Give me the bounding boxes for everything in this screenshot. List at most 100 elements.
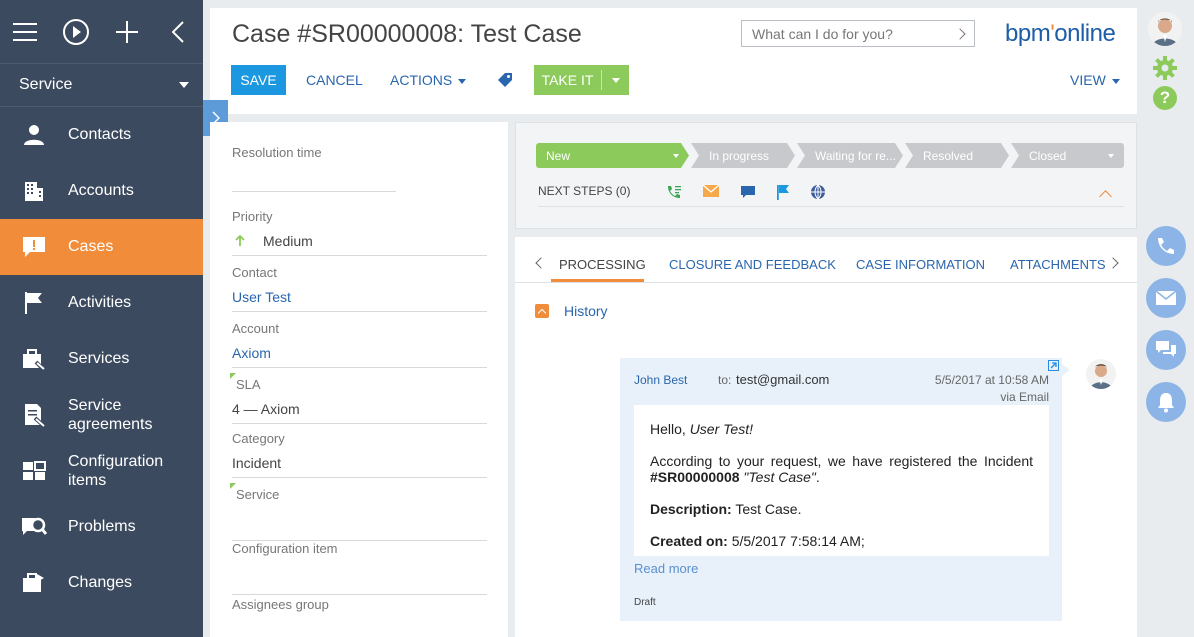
field-priority[interactable]: Priority Medium bbox=[232, 209, 487, 256]
stage-bar: New In progress Waiting for re... Resolv… bbox=[536, 143, 1126, 168]
field-sla[interactable]: SLA 4 — Axiom bbox=[230, 373, 487, 424]
take-it-button[interactable]: TAKE IT bbox=[534, 65, 629, 95]
field-account[interactable]: Account Axiom bbox=[232, 321, 487, 368]
tabs-scroll-right-icon[interactable] bbox=[1107, 257, 1119, 269]
field-category[interactable]: Category Incident bbox=[232, 431, 487, 478]
view-menu[interactable]: VIEW bbox=[1070, 72, 1120, 88]
task-button[interactable] bbox=[776, 184, 790, 200]
history-group[interactable]: History bbox=[535, 303, 608, 319]
phone-panel-button[interactable] bbox=[1146, 226, 1186, 266]
sidebar-item-cases[interactable]: Cases bbox=[0, 219, 203, 275]
stage-label: Resolved bbox=[923, 148, 974, 163]
field-assignees-group[interactable]: Assignees group bbox=[232, 597, 487, 612]
tab-closure-feedback[interactable]: CLOSURE AND FEEDBACK bbox=[669, 257, 836, 272]
tab-attachments[interactable]: ATTACHMENTS bbox=[1010, 257, 1106, 272]
message-button[interactable] bbox=[740, 184, 756, 200]
to-label: to: bbox=[718, 373, 732, 387]
contact-link[interactable]: User Test bbox=[232, 289, 487, 307]
field-resolution-time[interactable]: Resolution time bbox=[232, 145, 487, 192]
add-button[interactable] bbox=[102, 0, 153, 63]
globe-icon bbox=[811, 184, 825, 200]
chevron-right-icon bbox=[954, 28, 966, 40]
tab-processing[interactable]: PROCESSING bbox=[559, 257, 646, 272]
field-value[interactable] bbox=[232, 518, 487, 536]
call-button[interactable] bbox=[666, 184, 682, 200]
play-icon bbox=[63, 18, 90, 45]
field-service[interactable]: Service bbox=[230, 483, 487, 541]
tab-case-information[interactable]: CASE INFORMATION bbox=[856, 257, 985, 272]
bell-icon bbox=[1158, 393, 1174, 413]
save-button[interactable]: SAVE bbox=[231, 65, 286, 95]
stage-in-progress[interactable]: In progress bbox=[691, 143, 795, 168]
run-process-button[interactable] bbox=[51, 0, 102, 63]
chevron-down-icon bbox=[179, 82, 189, 88]
tag-button[interactable] bbox=[497, 72, 513, 93]
field-label: Resolution time bbox=[232, 145, 322, 160]
open-external-icon[interactable] bbox=[1048, 360, 1059, 371]
sender-link[interactable]: John Best bbox=[634, 373, 687, 387]
email-body: Hello, User Test! According to your requ… bbox=[634, 405, 1049, 556]
notifications-button[interactable] bbox=[1146, 382, 1186, 422]
sidebar-item-label: Service agreements bbox=[68, 397, 153, 433]
field-value[interactable] bbox=[232, 572, 487, 590]
required-marker bbox=[230, 483, 236, 489]
user-avatar[interactable] bbox=[1148, 12, 1182, 46]
actions-menu[interactable]: ACTIONS bbox=[390, 72, 467, 88]
chat-panel-button[interactable] bbox=[1146, 330, 1186, 370]
field-value[interactable]: 4 — Axiom bbox=[232, 401, 487, 419]
stage-new[interactable]: New bbox=[536, 143, 689, 168]
stage-closed[interactable]: Closed bbox=[1011, 143, 1124, 168]
sidebar-item-problems[interactable]: Problems bbox=[0, 499, 203, 555]
field-value[interactable]: Medium bbox=[232, 233, 487, 251]
logo: bpm'online bbox=[1005, 20, 1116, 47]
web-button[interactable] bbox=[810, 184, 826, 200]
command-line-input[interactable]: What can I do for you? bbox=[741, 20, 975, 47]
field-label: Contact bbox=[232, 265, 277, 280]
back-button[interactable] bbox=[152, 0, 203, 63]
field-value[interactable] bbox=[232, 169, 487, 187]
email-button[interactable] bbox=[702, 184, 720, 200]
read-more-link[interactable]: Read more bbox=[634, 561, 698, 576]
stage-resolved[interactable]: Resolved bbox=[905, 143, 1009, 168]
tabs-scroll-left-icon[interactable] bbox=[535, 257, 547, 269]
field-value[interactable]: Incident bbox=[232, 455, 487, 473]
avatar bbox=[1086, 359, 1116, 389]
email-panel-button[interactable] bbox=[1146, 278, 1186, 318]
field-underline bbox=[232, 594, 487, 595]
field-configuration-item[interactable]: Configuration item bbox=[232, 541, 487, 595]
account-link[interactable]: Axiom bbox=[232, 345, 487, 363]
sidebar-item-activities[interactable]: Activities bbox=[0, 275, 203, 331]
sidebar-item-accounts[interactable]: Accounts bbox=[0, 163, 203, 219]
field-underline bbox=[232, 255, 487, 256]
sidebar-item-contacts[interactable]: Contacts bbox=[0, 107, 203, 163]
sidebar-item-label: Activities bbox=[68, 294, 132, 311]
envelope-icon bbox=[1155, 290, 1177, 305]
activities-icon bbox=[20, 289, 48, 317]
chevron-down-icon bbox=[1108, 154, 1114, 158]
case-details-panel: PROCESSING CLOSURE AND FEEDBACK CASE INF… bbox=[515, 237, 1137, 637]
cases-icon bbox=[20, 233, 48, 261]
sidebar-item-services[interactable]: Services bbox=[0, 331, 203, 387]
sidebar-item-service-agreements[interactable]: Service agreements bbox=[0, 387, 203, 443]
take-it-dropdown[interactable] bbox=[602, 77, 629, 83]
sidebar-item-label: Services bbox=[68, 350, 130, 367]
field-label: Configuration item bbox=[232, 541, 338, 556]
workplace-selector[interactable]: Service bbox=[0, 63, 203, 107]
chevron-down-icon bbox=[611, 77, 620, 83]
cancel-button[interactable]: CANCEL bbox=[306, 72, 363, 88]
stage-waiting[interactable]: Waiting for re... bbox=[797, 143, 903, 168]
sidebar-item-label: Cases bbox=[68, 238, 114, 255]
menu-button[interactable] bbox=[0, 0, 51, 63]
settings-button[interactable] bbox=[1152, 55, 1178, 86]
email-created-on: Created on: 5/5/2017 7:58:14 AM; bbox=[650, 533, 865, 549]
field-label: Assignees group bbox=[232, 597, 329, 612]
next-steps-label[interactable]: NEXT STEPS (0) bbox=[538, 184, 630, 198]
priority-value: Medium bbox=[263, 233, 313, 249]
page-title: Case #SR00000008: Test Case bbox=[232, 20, 582, 48]
sidebar-item-configuration-items[interactable]: Configuration items bbox=[0, 443, 203, 499]
field-contact[interactable]: Contact User Test bbox=[232, 265, 487, 312]
collapse-up-icon[interactable] bbox=[1099, 190, 1112, 203]
help-button[interactable]: ? bbox=[1153, 86, 1177, 110]
email-date: 5/5/2017 at 10:58 AM bbox=[934, 373, 1049, 387]
sidebar-item-changes[interactable]: Changes bbox=[0, 555, 203, 611]
